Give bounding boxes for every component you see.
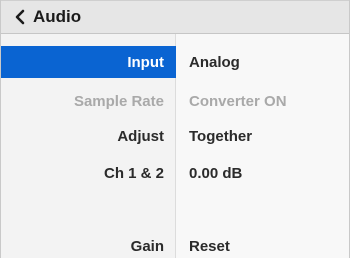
setting-row-sample-rate: Sample Rate Converter ON [1, 85, 349, 117]
setting-label: Input [127, 53, 164, 71]
setting-value: Together [189, 127, 253, 145]
setting-row-ch-1-2[interactable]: Ch 1 & 2 0.00 dB [1, 157, 349, 189]
setting-value: Analog [189, 53, 240, 71]
chevron-left-icon [15, 9, 25, 25]
page-title: Audio [33, 7, 82, 26]
setting-value: Converter ON [189, 92, 287, 110]
setting-value: 0.00 dB [189, 164, 243, 182]
setting-label: Ch 1 & 2 [103, 164, 164, 182]
back-button[interactable]: Audio [1, 0, 349, 34]
setting-label: Sample Rate [73, 92, 164, 110]
setting-row-input[interactable]: Input Analog [1, 46, 349, 78]
audio-settings-panel: Audio Input Analog Sample Rate Converter… [0, 0, 350, 258]
setting-label: Adjust [117, 127, 164, 145]
setting-row-gain[interactable]: Gain Reset [1, 230, 349, 258]
setting-label: Gain [130, 237, 164, 255]
setting-value: Reset [189, 237, 230, 255]
setting-row-adjust[interactable]: Adjust Together [1, 120, 349, 152]
